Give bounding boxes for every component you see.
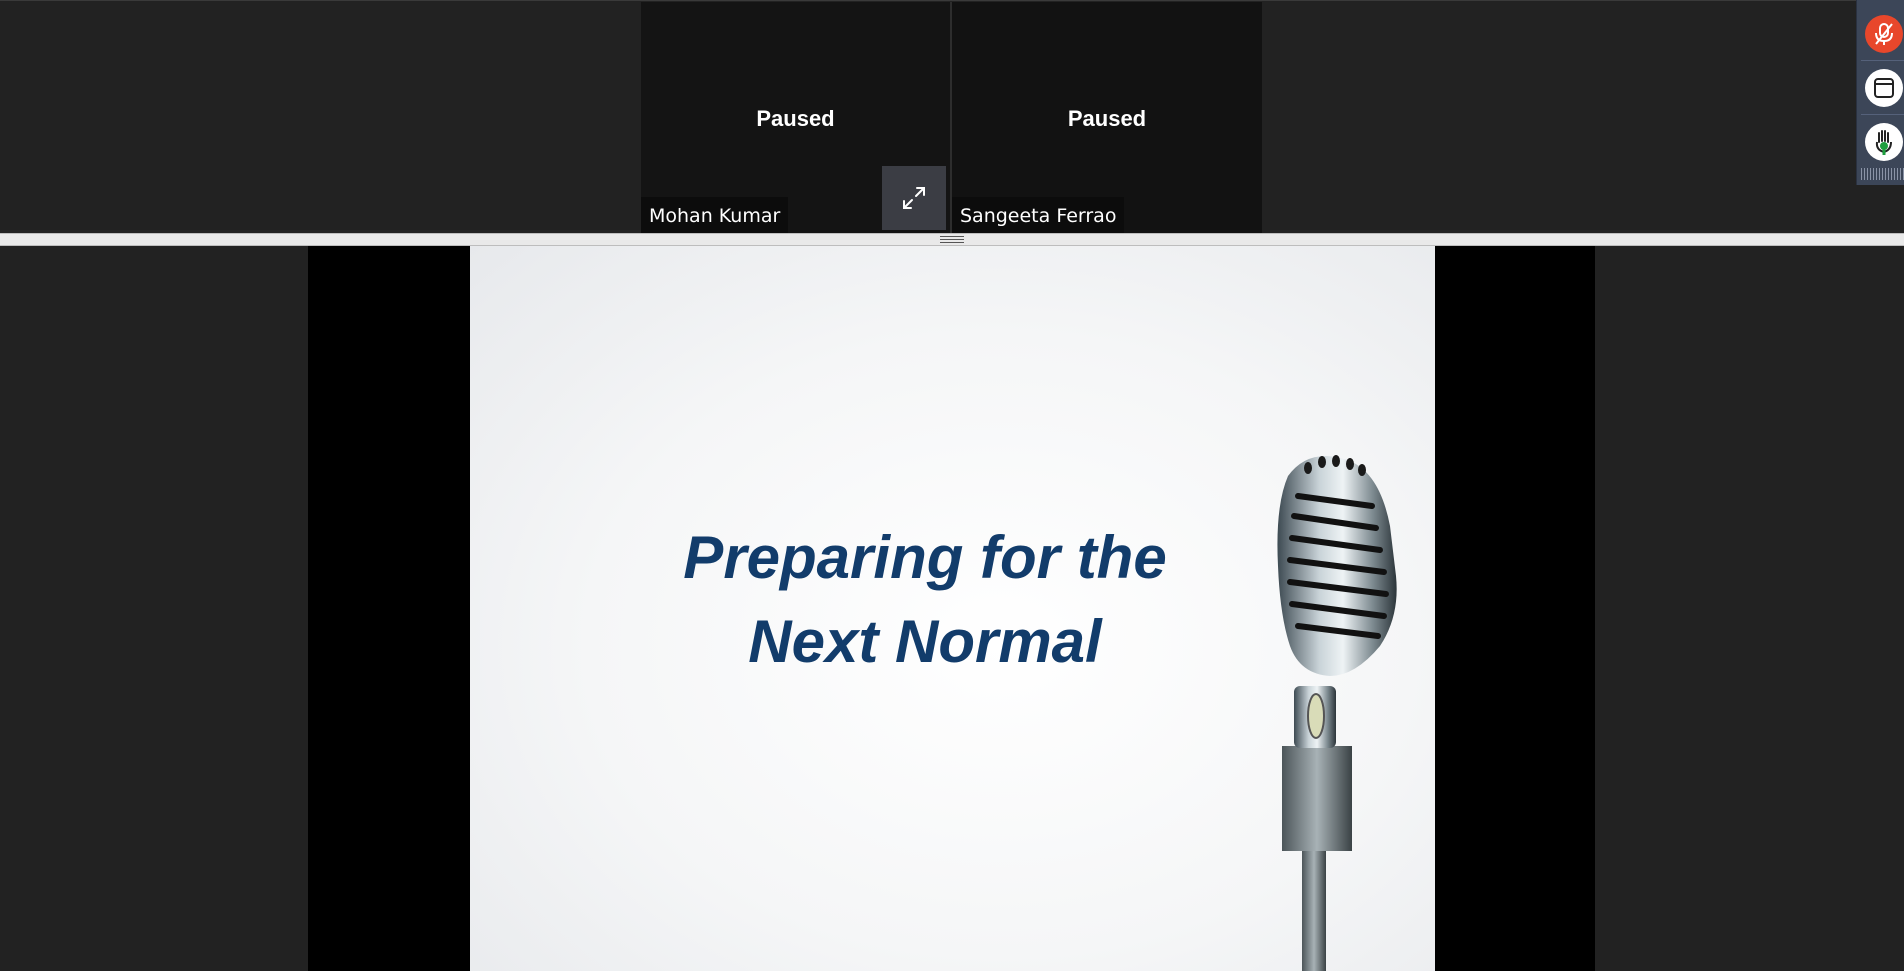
presentation-slide: Preparing for the Next Normal	[470, 246, 1435, 971]
raise-hand-button[interactable]	[1865, 123, 1903, 161]
slide-title-line-2: Next Normal	[748, 608, 1102, 675]
splitter-grip-icon[interactable]	[940, 236, 964, 244]
window-icon	[1874, 78, 1894, 98]
video-status: Paused	[1067, 106, 1147, 131]
mute-button[interactable]	[1865, 15, 1903, 53]
slide-title-line-1: Preparing for the	[683, 524, 1167, 591]
microphone-image	[1277, 455, 1397, 971]
mic-muted-icon	[1875, 23, 1893, 45]
expand-icon	[903, 187, 925, 209]
toolbar-divider	[1861, 114, 1904, 115]
participant-name: Sangeeta Ferrao	[952, 197, 1125, 234]
panel-splitter[interactable]	[0, 233, 1904, 246]
meeting-side-toolbar	[1856, 0, 1904, 185]
participant-name: Mohan Kumar	[641, 197, 789, 234]
expand-button[interactable]	[882, 166, 946, 230]
screen-share-area: Preparing for the Next Normal	[308, 246, 1595, 971]
video-status: Paused	[756, 106, 835, 131]
raise-hand-icon	[1875, 130, 1892, 155]
window-button[interactable]	[1865, 69, 1903, 107]
participant-tile[interactable]: Paused Sangeeta Ferrao	[952, 2, 1262, 234]
slide-title: Preparing for the Next Normal	[600, 516, 1250, 684]
video-strip: Paused Mohan Kumar Paused Sangeeta Ferra…	[0, 0, 1904, 234]
toolbar-divider	[1861, 60, 1904, 61]
toolbar-drag-handle[interactable]	[1861, 168, 1904, 180]
